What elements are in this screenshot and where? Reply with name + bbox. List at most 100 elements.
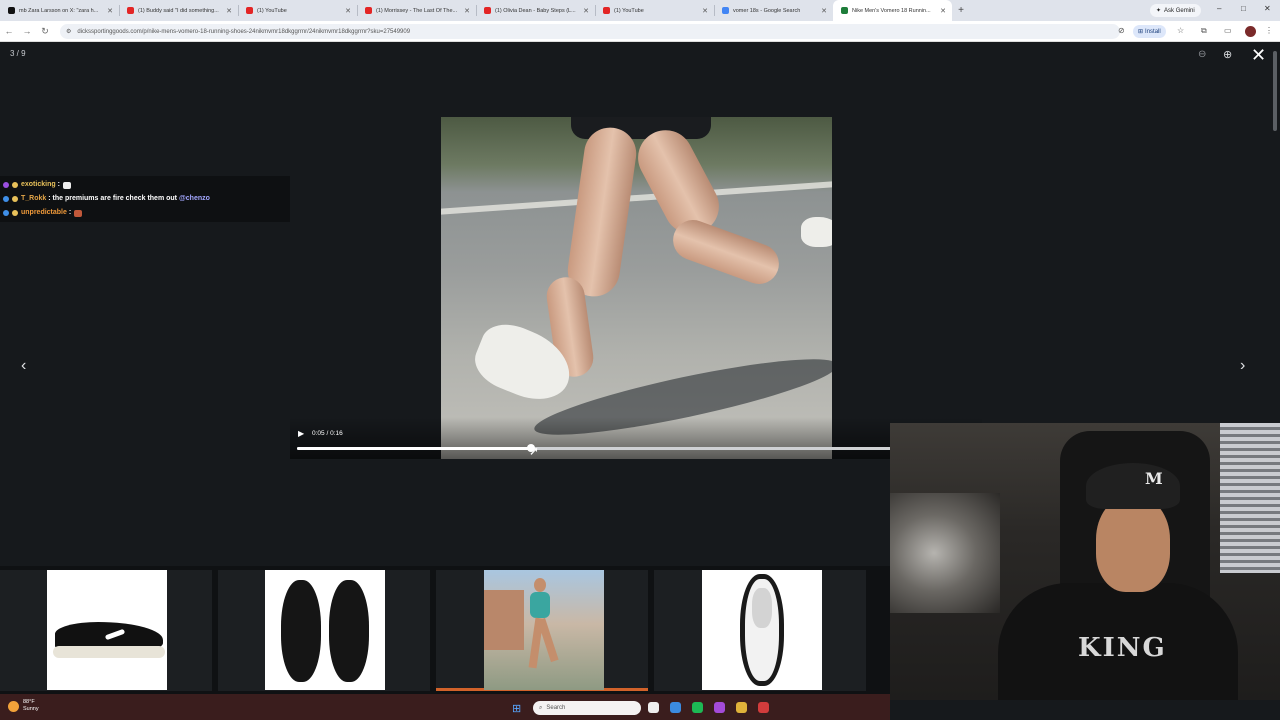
thumbnail-cell[interactable] bbox=[0, 570, 212, 691]
chevron-left-icon[interactable]: ‹ bbox=[21, 357, 26, 375]
chat-badge-icon bbox=[12, 196, 18, 202]
tab-title: Nike Men's Vomero 18 Runnin... bbox=[852, 7, 931, 14]
tab-close-icon[interactable]: ✕ bbox=[226, 7, 232, 15]
runner-shoe-right bbox=[801, 217, 832, 247]
shoe-left-top bbox=[281, 580, 321, 682]
taskbar-search[interactable]: ⌕ Search bbox=[533, 701, 641, 715]
tab[interactable]: (1) Morrissey - The Last Of The... ✕ bbox=[357, 0, 476, 21]
shoe-right-top bbox=[329, 580, 369, 682]
tab-favicon-icon bbox=[8, 7, 15, 14]
tab-close-icon[interactable]: ✕ bbox=[940, 7, 946, 15]
chat-username[interactable]: unpredictable bbox=[21, 209, 67, 216]
video-progress-bar[interactable] bbox=[297, 444, 976, 452]
thumbnail-strip bbox=[0, 566, 892, 694]
obs-icon[interactable] bbox=[758, 702, 769, 713]
tab-favicon-icon bbox=[841, 7, 848, 14]
install-app-button[interactable]: ⊞ Install bbox=[1133, 25, 1166, 38]
reload-icon[interactable]: ↻ bbox=[36, 26, 54, 37]
windows-start-icon[interactable]: ⊞ bbox=[512, 702, 521, 715]
runner-leg bbox=[537, 617, 559, 663]
edge-icon[interactable] bbox=[670, 702, 681, 713]
thumbnail-cell[interactable] bbox=[218, 570, 430, 691]
minimize-icon[interactable]: – bbox=[1217, 4, 1221, 13]
chrome-icon[interactable] bbox=[736, 702, 747, 713]
zoom-in-icon[interactable]: ⊕ bbox=[1223, 48, 1232, 61]
tab-title: (1) Morrissey - The Last Of The... bbox=[376, 7, 458, 14]
tab-close-icon[interactable]: ✕ bbox=[107, 7, 113, 15]
chat-mention[interactable]: @chenzo bbox=[179, 195, 210, 202]
chat-separator: : bbox=[66, 209, 72, 216]
background-clutter bbox=[890, 493, 1000, 613]
app-icon[interactable] bbox=[714, 702, 725, 713]
thumbnail-cell-active[interactable] bbox=[436, 570, 648, 691]
video-frame bbox=[441, 117, 832, 459]
image-counter: 3 / 9 bbox=[10, 49, 26, 58]
toolbar: ← → ↻ ⚙ dickssportinggoods.com/p/nike-me… bbox=[0, 21, 1280, 42]
mouse-cursor-icon: ➚ bbox=[529, 444, 540, 458]
scrollbar[interactable] bbox=[1273, 43, 1279, 143]
menu-icon[interactable]: ⋮ bbox=[1265, 26, 1273, 35]
chat-username[interactable]: T_Rokk bbox=[21, 195, 46, 202]
thumbnail-runner-video[interactable] bbox=[484, 570, 604, 690]
chat-badge-icon bbox=[12, 182, 18, 188]
tab[interactable]: (1) YouTube ✕ bbox=[238, 0, 357, 21]
chat-username[interactable]: exoticking bbox=[21, 181, 56, 188]
tracking-icon[interactable]: ⊘ bbox=[1118, 26, 1125, 35]
shirt-print: KING bbox=[1078, 633, 1167, 663]
profile-avatar[interactable] bbox=[1245, 26, 1256, 37]
maximize-icon[interactable]: □ bbox=[1241, 4, 1246, 13]
play-icon[interactable]: ▶ bbox=[298, 429, 304, 438]
tab-favicon-icon bbox=[722, 7, 729, 14]
tab[interactable]: (1) YouTube ✕ bbox=[595, 0, 714, 21]
close-icon[interactable]: ✕ bbox=[1251, 45, 1266, 66]
site-info-icon[interactable]: ⚙ bbox=[66, 28, 71, 35]
tab-close-icon[interactable]: ✕ bbox=[821, 7, 827, 15]
windows-taskbar: 88°F Sunny ⊞ ⌕ Search bbox=[0, 694, 890, 720]
zoom-out-icon[interactable]: ⊖ bbox=[1198, 49, 1206, 60]
streamer-cap bbox=[1086, 463, 1180, 509]
outsole-pad bbox=[752, 588, 772, 628]
spotify-icon[interactable] bbox=[692, 702, 703, 713]
sidepanel-icon[interactable]: ▭ bbox=[1224, 26, 1232, 35]
bookmark-star-icon[interactable]: ☆ bbox=[1177, 26, 1184, 35]
scrollbar-thumb[interactable] bbox=[1273, 51, 1277, 131]
tab-close-icon[interactable]: ✕ bbox=[702, 7, 708, 15]
tab[interactable]: mb Zara Larsson on X: "zara h... ✕ bbox=[0, 0, 119, 21]
streamer-face bbox=[1096, 496, 1170, 592]
chevron-right-icon[interactable]: › bbox=[1240, 357, 1245, 375]
tab-close-icon[interactable]: ✕ bbox=[464, 7, 470, 15]
chat-text: the premiums are fire check them out bbox=[50, 195, 179, 202]
tab-title: (1) Buddy said "I did something... bbox=[138, 7, 219, 14]
cap-logo: M bbox=[1145, 469, 1163, 488]
thumbnail-top-view-pair[interactable] bbox=[265, 570, 385, 690]
chat-badge-icon bbox=[12, 210, 18, 216]
gemini-icon: ✦ bbox=[1156, 8, 1162, 14]
road-line bbox=[441, 181, 832, 215]
tab-close-icon[interactable]: ✕ bbox=[345, 7, 351, 15]
video-progress-fill bbox=[297, 447, 531, 450]
weather-widget[interactable]: 88°F Sunny bbox=[8, 699, 39, 713]
shoe-sole bbox=[53, 646, 165, 658]
tab-close-icon[interactable]: ✕ bbox=[583, 7, 589, 15]
address-bar[interactable]: ⚙ dickssportinggoods.com/p/nike-mens-vom… bbox=[60, 24, 1120, 39]
thumbnail-side-view-shoe[interactable] bbox=[47, 570, 167, 690]
browser-tab-strip: mb Zara Larsson on X: "zara h... ✕ (1) Bud… bbox=[0, 0, 1280, 21]
file-explorer-icon[interactable] bbox=[648, 702, 659, 713]
new-tab-button[interactable]: + bbox=[952, 5, 970, 16]
tab-title: (1) Olivia Dean - Baby Steps (L... bbox=[495, 7, 576, 14]
chat-message: unpredictable : bbox=[3, 206, 287, 220]
runner-leg-left bbox=[564, 124, 640, 300]
tab-active[interactable]: Nike Men's Vomero 18 Runnin... ✕ bbox=[833, 0, 952, 21]
window-close-icon[interactable]: ✕ bbox=[1264, 4, 1271, 13]
thumbnail-outsole-view[interactable] bbox=[702, 570, 822, 690]
tab[interactable]: (1) Buddy said "I did something... ✕ bbox=[119, 0, 238, 21]
tab[interactable]: vomer 18s - Google Search ✕ bbox=[714, 0, 833, 21]
chat-emote-icon bbox=[62, 181, 71, 189]
back-icon[interactable]: ← bbox=[0, 26, 18, 36]
extensions-icon[interactable]: ⧉ bbox=[1201, 26, 1207, 36]
thumbnail-cell[interactable] bbox=[654, 570, 866, 691]
ask-gemini-button[interactable]: ✦ Ask Gemini bbox=[1150, 4, 1201, 17]
tab[interactable]: (1) Olivia Dean - Baby Steps (L... ✕ bbox=[476, 0, 595, 21]
forward-icon[interactable]: → bbox=[18, 26, 36, 36]
video-player[interactable]: ▶ 0:05 / 0:16 🔊 ⛶ ⋮ bbox=[290, 117, 982, 459]
